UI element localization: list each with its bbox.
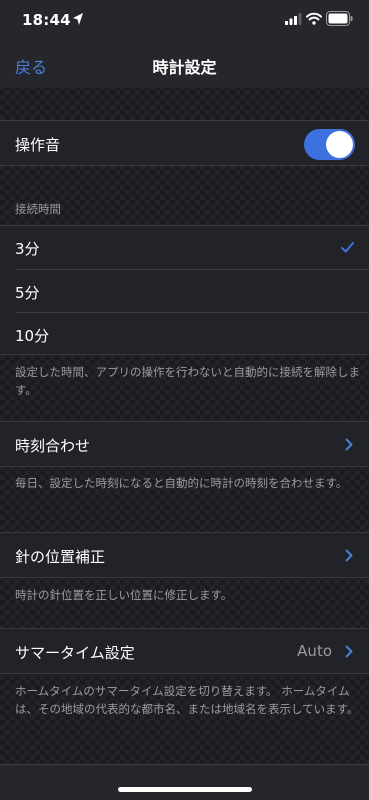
time-sync-footnote: 毎日、設定した時刻になると自動的に時計の時刻を合わせます。 <box>15 476 348 490</box>
status-bar: 18:44 <box>0 0 369 40</box>
connection-option-5min[interactable]: 5分 <box>0 270 369 312</box>
battery-icon <box>326 11 353 26</box>
cellular-signal-icon <box>285 13 302 25</box>
option-label: 10分 <box>15 327 50 345</box>
summer-time-value: Auto <box>297 642 332 660</box>
chevron-right-icon <box>345 438 353 451</box>
sound-label: 操作音 <box>15 136 61 154</box>
wifi-icon <box>306 12 322 25</box>
option-label: 3分 <box>15 240 40 258</box>
summer-time-cell[interactable]: サマータイム設定 Auto <box>0 628 369 674</box>
chevron-right-icon <box>345 645 353 658</box>
summer-time-footnote: ホームタイムのサマータイム設定を切り替えます。 ホームタイムは、その地域の代表的… <box>15 684 359 716</box>
option-label: 5分 <box>15 284 40 302</box>
connection-option-10min[interactable]: 10分 <box>0 313 369 355</box>
time-sync-cell[interactable]: 時刻合わせ <box>0 421 369 467</box>
time-sync-label: 時刻合わせ <box>15 437 91 455</box>
page-title: 時計設定 <box>152 58 217 77</box>
connection-footnote: 設定した時間、アプリの操作を行わないと自動的に接続を解除します。 <box>15 365 360 397</box>
chevron-right-icon <box>345 549 353 562</box>
summer-time-label: サマータイム設定 <box>15 644 135 662</box>
hand-position-footnote: 時計の針位置を正しい位置に修正します。 <box>15 588 233 602</box>
location-arrow-icon <box>73 13 83 25</box>
navigation-bar: 戻る 時計設定 <box>0 40 369 88</box>
connection-options-group: 3分 5分 10分 <box>0 225 369 355</box>
connection-option-3min[interactable]: 3分 <box>0 226 369 269</box>
toggle-knob <box>326 131 353 158</box>
status-time: 18:44 <box>22 11 71 29</box>
bottom-bar <box>0 764 369 800</box>
checkmark-icon <box>341 242 354 253</box>
hand-position-cell[interactable]: 針の位置補正 <box>0 532 369 578</box>
connection-section-header: 接続時間 <box>15 202 61 216</box>
home-indicator[interactable] <box>118 787 252 792</box>
sound-toggle[interactable] <box>304 129 355 160</box>
sound-cell: 操作音 <box>0 120 369 166</box>
hand-position-label: 針の位置補正 <box>15 548 106 566</box>
